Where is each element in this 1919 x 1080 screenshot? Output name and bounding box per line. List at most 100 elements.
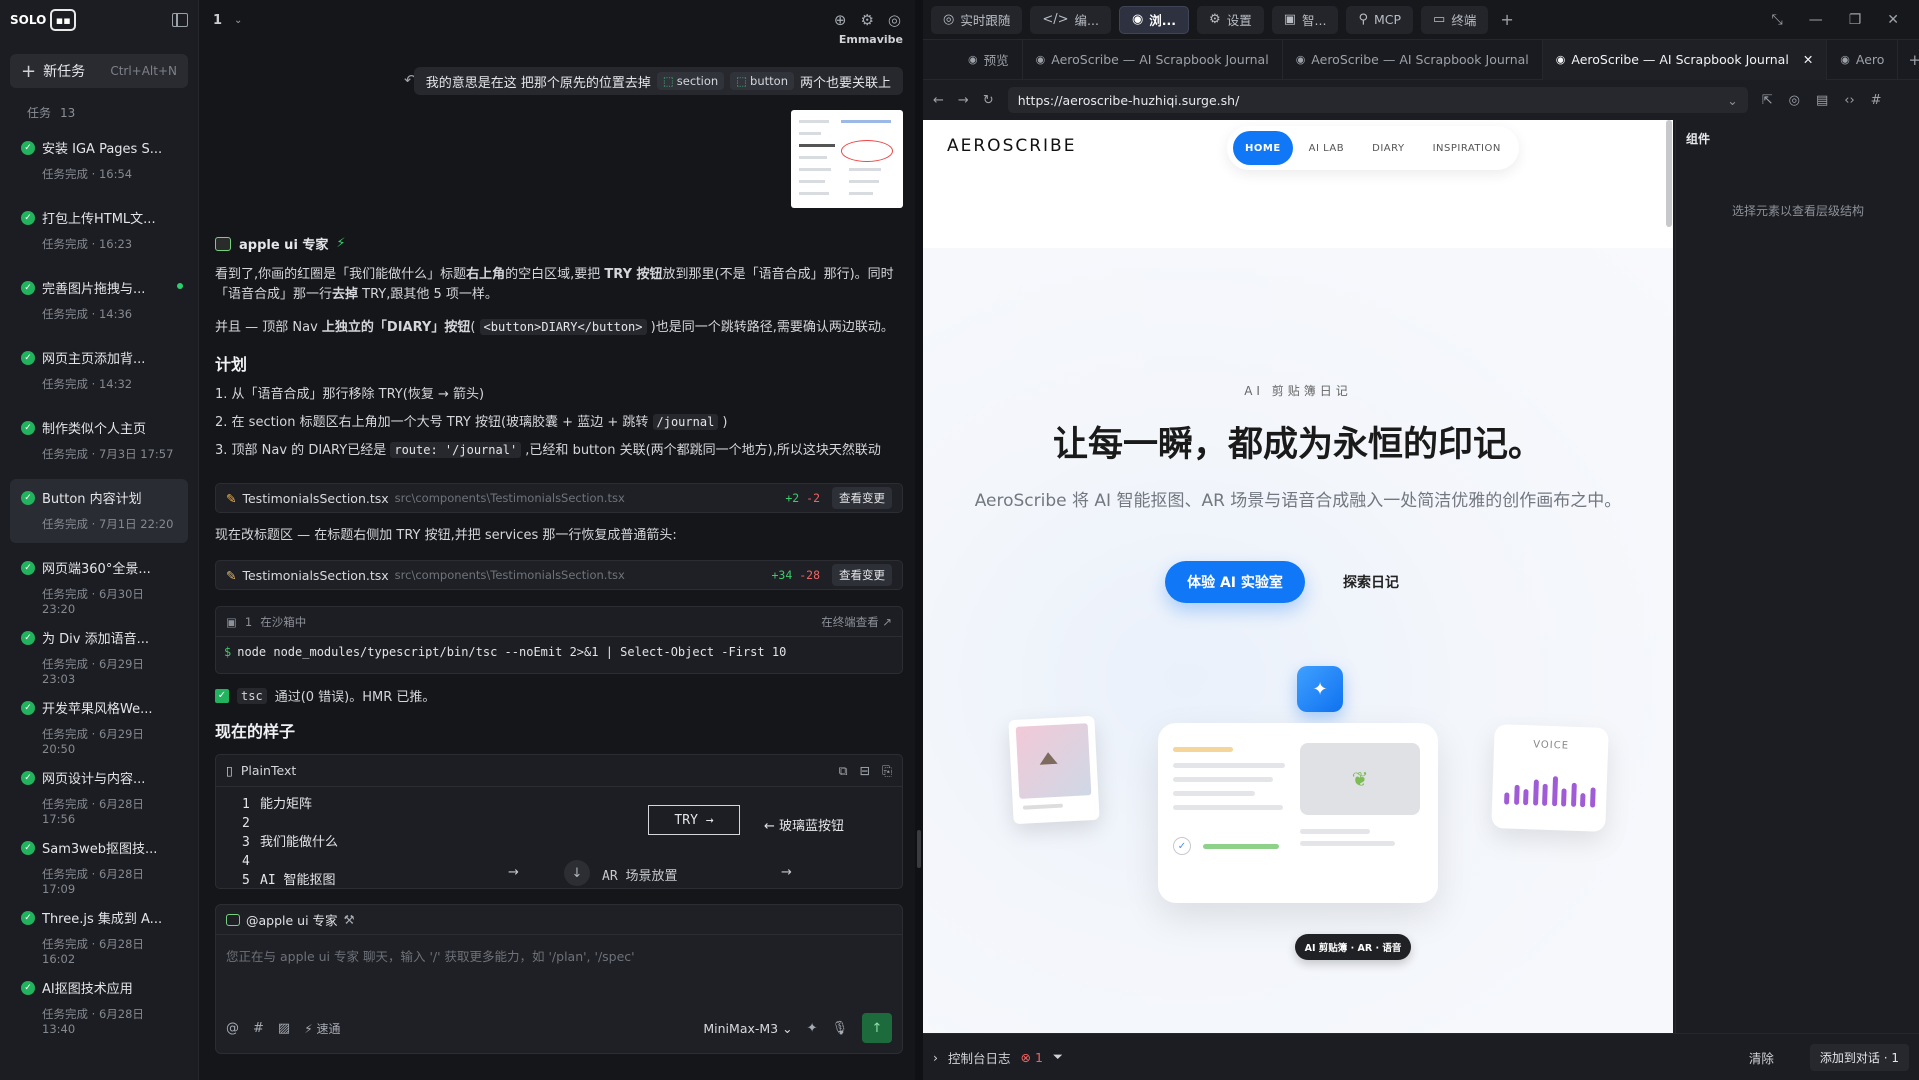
browser-tab[interactable]: ◉ AeroScribe — AI Scrapbook Journal ✕ (1542, 39, 1828, 80)
task-title: 网页设计与内容... (42, 772, 146, 787)
tool-button[interactable]: ⚲ MCP (1346, 5, 1414, 34)
chevron-right-icon[interactable]: › (933, 1050, 938, 1065)
task-item[interactable]: ✓ AI抠图技术应用 任务完成 · 6月28日 13:40 (10, 969, 188, 1036)
task-item[interactable]: ✓ 开发苹果风格We... 任务完成 · 6月29日 20:50 (10, 689, 188, 756)
voice-wave-bar (1589, 787, 1596, 808)
sidebar-toggle-icon[interactable] (172, 13, 188, 27)
assistant-paragraph-1: 看到了,你画的红圈是「我们能做什么」标题右上角的空白区域,要把 TRY 按钮放到… (215, 267, 894, 302)
voice-wave-bar (1542, 783, 1548, 806)
task-item[interactable]: ✓ 制作类似个人主页 任务完成 · 7月3日 17:57 (10, 409, 188, 473)
browser-tab[interactable]: ◉ AeroScribe — AI Scrapbook Journal (1023, 39, 1283, 80)
plan-step-3: 3. 顶部 Nav 的 DIARY已经是 route: '/journal' ,… (215, 442, 881, 458)
tool-button[interactable]: ▣ 智... (1271, 5, 1339, 34)
browser-tab[interactable]: ◉ 预览 (955, 39, 1023, 80)
task-item[interactable]: ✓ 安装 IGA Pages S... 任务完成 · 16:54 (10, 129, 188, 193)
scroll-down-button[interactable]: ↓ (564, 860, 590, 886)
filter-icon[interactable]: ⏷ (1053, 1049, 1063, 1065)
close-tab-icon[interactable]: ✕ (1803, 52, 1813, 67)
task-item[interactable]: ✓ 网页端360°全景... 任务完成 · 6月30日 23:20 (10, 549, 188, 616)
check-circle-icon: ✓ (21, 281, 35, 295)
device-icon[interactable]: ▤ (1816, 93, 1828, 108)
site-nav-item[interactable]: HOME (1233, 131, 1293, 165)
task-item[interactable]: ✓ Sam3web抠图技... 任务完成 · 6月28日 17:09 (10, 829, 188, 896)
copy-icon[interactable]: ⧉ (839, 763, 848, 779)
console-log-toggle[interactable]: 控制台日志 (948, 1048, 1011, 1067)
add-tool-icon[interactable]: + (1500, 10, 1513, 29)
forward-icon[interactable]: → (958, 93, 969, 108)
error-count[interactable]: ⊗ 1 (1021, 1050, 1043, 1065)
site-nav-item[interactable]: DIARY (1360, 131, 1416, 165)
site-nav-item[interactable]: AI LAB (1297, 131, 1356, 165)
task-sidebar: SOLO ▪▪ + 新任务 Ctrl+Alt+N 任务 13 ✓ 安装 IGA Pa… (0, 0, 199, 1080)
url-input[interactable]: https://aeroscribe-huzhiqi.surge.sh/⌄ (1007, 87, 1748, 113)
tool-button[interactable]: ◎ 实时跟随 (931, 5, 1023, 34)
tool-button[interactable]: </> 编... (1030, 5, 1111, 34)
resize-handle[interactable] (917, 830, 921, 868)
button-chip[interactable]: ⬚ button (730, 72, 794, 90)
view-changes-button[interactable]: 查看变更 (832, 487, 892, 509)
site-brand[interactable]: AEROSCRIBE (947, 136, 1076, 156)
view-changes-button[interactable]: 查看变更 (832, 564, 892, 586)
restore-icon[interactable]: ❐ (1849, 12, 1862, 28)
task-item[interactable]: ✓ 网页主页添加背... 任务完成 · 14:32 (10, 339, 188, 403)
open-in-terminal-link[interactable]: 在终端查看 ↗ (821, 614, 892, 630)
chat-input[interactable]: 您正在与 apple ui 专家 聊天，输入 '/' 获取更多能力，如 '/pl… (216, 935, 902, 976)
inspect-pointer-icon[interactable]: ⇱ (1762, 93, 1773, 108)
sparkle-icon[interactable]: ✦ (807, 1021, 818, 1036)
browser-tab[interactable]: ◉ Aero (1827, 39, 1899, 80)
mic-icon[interactable]: 🎙 (831, 1021, 848, 1036)
send-button[interactable]: ↑ (862, 1013, 892, 1043)
task-item[interactable]: ✓ 网页设计与内容... 任务完成 · 6月28日 17:56 (10, 759, 188, 826)
gear-icon[interactable]: ⚙ (860, 11, 873, 29)
insert-icon[interactable]: ⊟ (860, 763, 870, 779)
attached-screenshot-thumbnail[interactable] (791, 110, 903, 208)
tool-button[interactable]: ⚙ 设置 (1197, 5, 1264, 34)
apply-icon[interactable]: ⎘ (882, 763, 892, 779)
task-item[interactable]: ✓ 完善图片拖拽与... 任务完成 · 14:36 (10, 269, 188, 333)
file-change-card-1[interactable]: ✎ TestimonialsSection.tsx src\components… (215, 483, 903, 513)
code-icon[interactable]: ‹› (1844, 93, 1854, 108)
mention-icon[interactable]: @ (226, 1021, 239, 1036)
task-item[interactable]: ✓ Button 内容计划 任务完成 · 7月1日 22:20 (10, 479, 188, 543)
back-icon[interactable]: ← (933, 93, 944, 108)
assistant-avatar-icon (215, 236, 231, 251)
minimize-icon[interactable]: — (1809, 12, 1823, 28)
hash-icon[interactable]: # (1871, 93, 1882, 108)
hash-icon[interactable]: # (253, 1021, 264, 1036)
preview-scrollbar[interactable] (1666, 120, 1672, 227)
new-tab-icon[interactable]: + (1908, 51, 1919, 69)
tools-icon[interactable]: ⚒ (344, 912, 355, 927)
target-icon[interactable]: ◎ (1789, 93, 1800, 108)
tool-button[interactable]: ▭ 终端 (1421, 5, 1489, 34)
tool-button[interactable]: ◉ 浏... (1118, 5, 1190, 34)
add-to-chat-button[interactable]: 添加到对话 · 1 (1809, 1043, 1909, 1071)
new-task-button[interactable]: + 新任务 Ctrl+Alt+N (10, 54, 188, 88)
chevron-down-icon[interactable]: ⌄ (234, 15, 242, 26)
task-item[interactable]: ✓ 打包上传HTML文... 任务完成 · 16:23 (10, 199, 188, 263)
add-chat-icon[interactable]: ⊕ (834, 11, 847, 29)
code-line: 3 我们能做什么 (242, 835, 339, 850)
check-circle-icon: ✓ (21, 631, 35, 645)
code-preview-block: ▯ PlainText ⧉ ⊟ ⎘ 1 能力矩阵 2 3 我们能做什么 4 5 AI 智能抠图… (215, 754, 903, 889)
collapse-icon[interactable]: ⤡ (1772, 12, 1783, 28)
user-settings-icon[interactable]: ◎ (888, 11, 901, 29)
explore-diary-button[interactable]: 探索日记 (1321, 561, 1421, 603)
file-change-card-2[interactable]: ✎ TestimonialsSection.tsx src\components… (215, 560, 903, 590)
speed-toggle[interactable]: ⚡ 速通 (304, 1020, 340, 1037)
image-icon[interactable]: ▨ (278, 1021, 290, 1036)
browser-tab[interactable]: ◉ AeroScribe — AI Scrapbook Journal (1283, 39, 1543, 80)
panel-divider[interactable] (915, 0, 923, 1080)
sandbox-status[interactable]: 在沙箱中 (260, 614, 306, 630)
task-title: 制作类似个人主页 (42, 422, 147, 437)
try-ai-lab-button[interactable]: 体验 AI 实验室 (1165, 561, 1305, 603)
reload-icon[interactable]: ↻ (983, 93, 994, 108)
task-item[interactable]: ✓ 为 Div 添加语音... 任务完成 · 6月29日 23:03 (10, 619, 188, 686)
section-chip[interactable]: ⬚ section (656, 72, 725, 90)
session-selector[interactable]: 1 (213, 13, 222, 28)
model-selector[interactable]: MiniMax-M3 ⌄ (703, 1021, 792, 1036)
task-item[interactable]: ✓ Three.js 集成到 A... 任务完成 · 6月28日 16:02 (10, 899, 188, 966)
clear-button[interactable]: 清除 (1749, 1048, 1774, 1067)
site-nav-item[interactable]: INSPIRATION (1421, 131, 1513, 165)
chat-composer[interactable]: @apple ui 专家 ⚒ 您正在与 apple ui 专家 聊天，输入 '/… (215, 904, 903, 1054)
close-icon[interactable]: ✕ (1887, 12, 1899, 28)
